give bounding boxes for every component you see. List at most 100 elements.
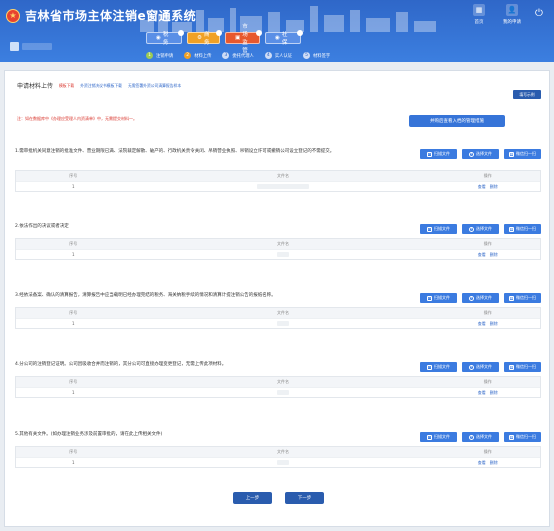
step-label: 材料上传	[194, 53, 212, 59]
choose-file-button[interactable]: ↑ 选择文件	[462, 293, 499, 303]
wechat-scan-button[interactable]: ▦ 微信扫一扫	[504, 224, 541, 234]
col-op-header: 操作	[483, 173, 492, 178]
step-number: 4	[264, 52, 272, 59]
tab-badge-dot	[178, 30, 184, 36]
template-download-link[interactable]: 模板下载	[59, 83, 74, 89]
table-header: 序号 文件名 操作	[16, 377, 540, 387]
delete-link[interactable]: 删除	[490, 321, 498, 326]
col-seq-header: 序号	[69, 241, 78, 246]
progress-steps: 1 注销申请 2 材料上传 3 委托代理人 4 实人认证 5 材料签字	[146, 52, 330, 59]
delete-link[interactable]: 删除	[490, 184, 498, 189]
choose-file-button[interactable]: ↑ 选择文件	[462, 362, 499, 372]
table-row: 1 查看 删除	[16, 318, 540, 328]
step-2: 2 材料上传	[184, 52, 211, 59]
tab-social-security[interactable]: ◉ 社保	[265, 30, 303, 46]
next-step-button[interactable]: 下一步	[285, 492, 324, 504]
scan-file-button[interactable]: ▭ 扫描文件	[420, 293, 457, 303]
fill-example-button[interactable]: 填写示例	[513, 90, 541, 99]
user-group-icon: 👤	[506, 4, 518, 16]
material-actions: ▭ 扫描文件 ↑ 选择文件 ▦ 微信扫一扫	[420, 362, 541, 372]
prev-step-button[interactable]: 上一步	[233, 492, 272, 504]
scan-file-button[interactable]: ▭ 扫描文件	[420, 224, 457, 234]
delete-link[interactable]: 删除	[490, 460, 498, 465]
app-header: ★ 吉林省市场主体注销e窗通系统 ▦ 首页 👤 我的申请 ⏻ ◉ 税务 ⚙ 商务…	[0, 0, 554, 62]
choose-file-button[interactable]: ↑ 选择文件	[462, 149, 499, 159]
tab-tax[interactable]: ◉ 税务	[146, 30, 184, 46]
view-link[interactable]: 查看	[478, 390, 486, 395]
upload-icon: ↑	[469, 226, 474, 232]
scan-file-button[interactable]: ▭ 扫描文件	[420, 362, 457, 372]
button-label: 选择文件	[476, 434, 492, 439]
wechat-scan-button[interactable]: ▦ 微信扫一扫	[504, 362, 541, 372]
step-5: 5 材料签字	[303, 52, 330, 59]
wechat-scan-button[interactable]: ▦ 微信扫一扫	[504, 293, 541, 303]
app-title: 吉林省市场主体注销e窗通系统	[25, 9, 197, 23]
view-link[interactable]: 查看	[478, 184, 486, 189]
view-link[interactable]: 查看	[478, 321, 486, 326]
button-label: 选择文件	[476, 151, 492, 156]
button-label: 扫描文件	[434, 434, 450, 439]
tab-commerce[interactable]: ⚙ 商务	[187, 30, 222, 46]
button-label: 选择文件	[476, 226, 492, 231]
home-button[interactable]: ▦ 首页	[468, 4, 490, 26]
tab-commerce-label: 商务	[203, 32, 210, 46]
foreign-report-sample-link[interactable]: 无需签署外资公司清算报告样本	[128, 83, 181, 89]
table-row: 1 查看 删除	[16, 457, 540, 467]
logout-power-icon[interactable]: ⏻	[532, 8, 546, 22]
material-table: 序号 文件名 操作 1 查看 删除	[15, 376, 541, 398]
wechat-scan-button[interactable]: ▦ 微信扫一扫	[504, 432, 541, 442]
my-applications-label: 我的申请	[503, 20, 521, 25]
category-tabs: ◉ 税务 ⚙ 商务 ▣ 市场监管 ◉ 社保	[146, 24, 303, 54]
scan-icon: ▭	[427, 151, 432, 157]
delete-link[interactable]: 删除	[490, 390, 498, 395]
national-emblem-logo: ★	[6, 8, 20, 23]
step-4: 4 实人认证	[264, 52, 292, 59]
my-applications-button[interactable]: 👤 我的申请	[501, 4, 523, 26]
upload-icon: ↑	[469, 364, 474, 370]
step-label: 材料签字	[313, 53, 331, 59]
step-1: 1 注销申请	[146, 52, 173, 59]
scan-file-button[interactable]: ▭ 扫描文件	[420, 149, 457, 159]
view-link[interactable]: 查看	[478, 460, 486, 465]
qr-icon: ▦	[509, 295, 514, 301]
tab-badge-dot	[216, 30, 222, 36]
foreign-resolution-template-link[interactable]: 外资注销决议书模板下载	[80, 83, 122, 89]
wechat-scan-button[interactable]: ▦ 微信扫一扫	[504, 149, 541, 159]
qr-icon: ▦	[509, 434, 514, 440]
material-actions: ▭ 扫描文件 ↑ 选择文件 ▦ 微信扫一扫	[420, 432, 541, 442]
row-actions: 查看 删除	[435, 252, 540, 258]
scan-file-button[interactable]: ▭ 扫描文件	[420, 432, 457, 442]
row-seq: 1	[72, 252, 75, 257]
row-seq: 1	[72, 184, 75, 189]
tab-market-supervision[interactable]: ▣ 市场监管	[225, 24, 262, 54]
choose-file-button[interactable]: ↑ 选择文件	[462, 432, 499, 442]
button-label: 微信扫一扫	[516, 295, 536, 300]
choose-file-button[interactable]: ↑ 选择文件	[462, 224, 499, 234]
button-label: 扫描文件	[434, 295, 450, 300]
col-seq-header: 序号	[69, 310, 78, 315]
material-actions: ▭ 扫描文件 ↑ 选择文件 ▦ 微信扫一扫	[420, 149, 541, 159]
col-op-header: 操作	[483, 241, 492, 246]
col-op-header: 操作	[483, 310, 492, 315]
row-actions: 查看 删除	[435, 390, 540, 396]
table-header: 序号 文件名 操作	[16, 308, 540, 318]
row-actions: 查看 删除	[435, 184, 540, 190]
logo-area: ★ 吉林省市场主体注销e窗通系统	[6, 7, 196, 24]
material-table: 序号 文件名 操作 1 查看 删除	[15, 170, 541, 192]
step-navigation: 上一步 下一步	[233, 492, 324, 504]
view-merger-measures-button[interactable]: 并购后查看入档的管理措施	[409, 115, 505, 127]
button-label: 扫描文件	[434, 151, 450, 156]
section-title: 申请材料上传	[17, 83, 54, 90]
step-number: 3	[222, 52, 230, 59]
step-number: 1	[146, 52, 153, 59]
col-file-header: 文件名	[276, 310, 289, 315]
building-icon: ▣	[235, 35, 241, 41]
scan-icon: ▭	[427, 364, 432, 370]
row-seq: 1	[72, 390, 75, 395]
section-header: 申请材料上传 模板下载 外资注销决议书模板下载 无需签署外资公司清算报告样本	[17, 81, 181, 91]
delete-link[interactable]: 删除	[490, 252, 498, 257]
col-op-header: 操作	[483, 449, 492, 454]
table-header: 序号 文件名 操作	[16, 171, 540, 181]
col-op-header: 操作	[483, 379, 492, 384]
view-link[interactable]: 查看	[478, 252, 486, 257]
